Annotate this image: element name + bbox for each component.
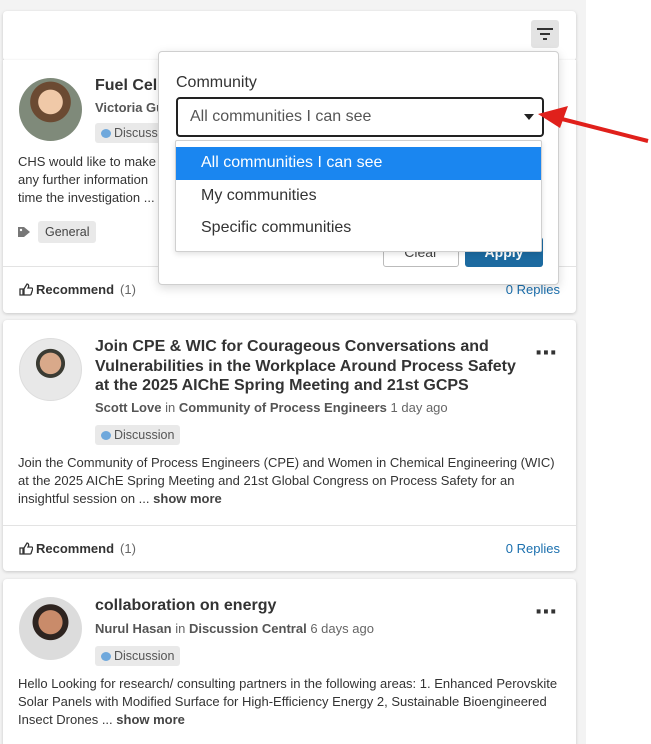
recommend-button[interactable]: Recommend (1) (19, 282, 136, 297)
red-arrow-icon (538, 106, 649, 143)
option-specific-communities[interactable]: Specific communities (176, 212, 541, 244)
select-value: All communities I can see (190, 108, 372, 125)
option-my-communities[interactable]: My communities (176, 180, 541, 212)
post-footer: Recommend (1) 0 Replies (3, 525, 576, 570)
badge-label: Discussion (114, 649, 175, 663)
recommend-button[interactable]: Recommend (1) (19, 541, 136, 556)
post-excerpt: CHS would like to make any further infor… (18, 154, 156, 205)
avatar[interactable] (19, 78, 82, 141)
post-time: 1 day ago (390, 400, 448, 415)
recommend-count: (1) (120, 540, 136, 556)
avatar[interactable] (19, 597, 82, 660)
chat-bubble-icon (101, 430, 111, 440)
show-more-link[interactable]: show more (116, 712, 185, 727)
author-name[interactable]: Victoria Gu (95, 100, 164, 115)
thumbs-up-icon (19, 282, 33, 296)
more-icon[interactable]: ⋯ (535, 342, 557, 364)
community-label: Community (176, 74, 257, 91)
community-select[interactable]: All communities I can see (176, 97, 544, 137)
tag-row: General (18, 221, 97, 243)
post-meta: Nurul Hasan in Discussion Central 6 days… (95, 621, 374, 636)
post-title[interactable]: Join CPE & WIC for Courageous Conversati… (95, 337, 516, 396)
post-card: collaboration on energy ⋯ Nurul Hasan in… (3, 579, 576, 744)
discussion-badge: Discussion (95, 646, 181, 666)
chat-bubble-icon (101, 651, 111, 661)
recommend-count: (1) (120, 281, 136, 297)
post-excerpt: Join the Community of Process Engineers … (18, 454, 562, 508)
recommend-label: Recommend (36, 540, 115, 556)
discussion-badge: Discussion (95, 425, 181, 445)
meta-in: in (165, 400, 176, 415)
option-all-communities[interactable]: All communities I can see (176, 147, 541, 180)
tag-icon (18, 227, 30, 237)
filter-button[interactable] (531, 20, 559, 48)
chat-bubble-icon (101, 128, 111, 138)
filter-icon (537, 28, 553, 40)
replies-link[interactable]: 0 Replies (506, 541, 560, 556)
tag-general[interactable]: General (38, 221, 97, 243)
post-author: Victoria Gu (95, 100, 165, 115)
recommend-label: Recommend (36, 281, 115, 297)
badge-label: Discussion (114, 428, 175, 442)
post-time: 6 days ago (310, 621, 374, 636)
show-more-link[interactable]: show more (153, 491, 222, 506)
post-meta: Scott Love in Community of Process Engin… (95, 400, 448, 415)
more-icon[interactable]: ⋯ (535, 601, 557, 623)
meta-in: in (175, 621, 186, 636)
community-name[interactable]: Community of Process Engineers (179, 400, 387, 415)
post-card: Join CPE & WIC for Courageous Conversati… (3, 320, 576, 571)
author-name[interactable]: Nurul Hasan (95, 621, 172, 636)
excerpt-text: Join the Community of Process Engineers … (18, 455, 555, 506)
excerpt-text: Hello Looking for research/ consulting p… (18, 676, 558, 727)
badge-label: Discuss (114, 126, 158, 140)
post-title[interactable]: collaboration on energy (95, 596, 516, 616)
community-options-list: All communities I can see My communities… (175, 140, 542, 252)
author-name[interactable]: Scott Love (95, 400, 161, 415)
avatar[interactable] (19, 338, 82, 401)
caret-down-icon (524, 114, 534, 120)
post-excerpt: Hello Looking for research/ consulting p… (18, 675, 562, 729)
community-name[interactable]: Discussion Central (189, 621, 307, 636)
thumbs-up-icon (19, 541, 33, 555)
